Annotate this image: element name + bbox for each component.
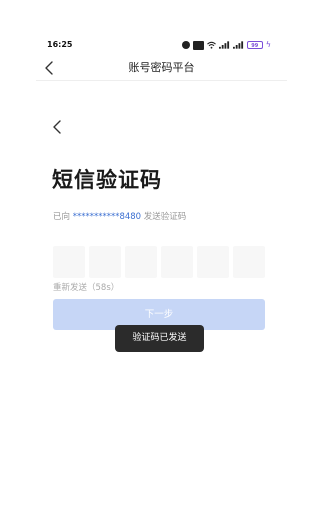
code-digit-box[interactable] (161, 246, 193, 278)
signal-icon (218, 41, 229, 49)
sent-prefix: 已向 (53, 212, 73, 222)
title-bar: 账号密码平台 (36, 58, 287, 81)
signal-icon (232, 41, 243, 49)
code-digit-box[interactable] (89, 246, 121, 278)
wifi-icon (206, 41, 216, 49)
code-digit-box[interactable] (53, 246, 85, 278)
battery-icon: 99 (246, 41, 263, 49)
hd-icon (192, 40, 204, 50)
code-digit-box[interactable] (125, 246, 157, 278)
sent-suffix: 发送验证码 (141, 212, 187, 222)
code-digit-box[interactable] (197, 246, 229, 278)
page-heading: 短信验证码 (52, 168, 162, 192)
sms-verification-screen: 16:25 99 ϟ 账号密码平台 短信验证码 已向 ***********84… (0, 0, 323, 528)
resend-countdown: 重新发送（58s） (53, 283, 120, 293)
back-chevron-icon[interactable] (50, 118, 64, 136)
alarm-icon (181, 41, 190, 49)
toast-message: 验证码已发送 (115, 325, 204, 352)
code-digit-box[interactable] (233, 246, 265, 278)
status-bar: 16:25 99 ϟ (0, 38, 323, 52)
charging-icon: ϟ (265, 40, 271, 49)
page-title: 账号密码平台 (128, 61, 195, 74)
verification-code-input[interactable] (53, 246, 265, 278)
masked-phone-number: ***********8480 (72, 212, 142, 222)
status-time: 16:25 (47, 40, 73, 49)
code-sent-notice: 已向 ***********8480 发送验证码 (53, 211, 186, 223)
status-icons: 99 ϟ (181, 40, 271, 50)
